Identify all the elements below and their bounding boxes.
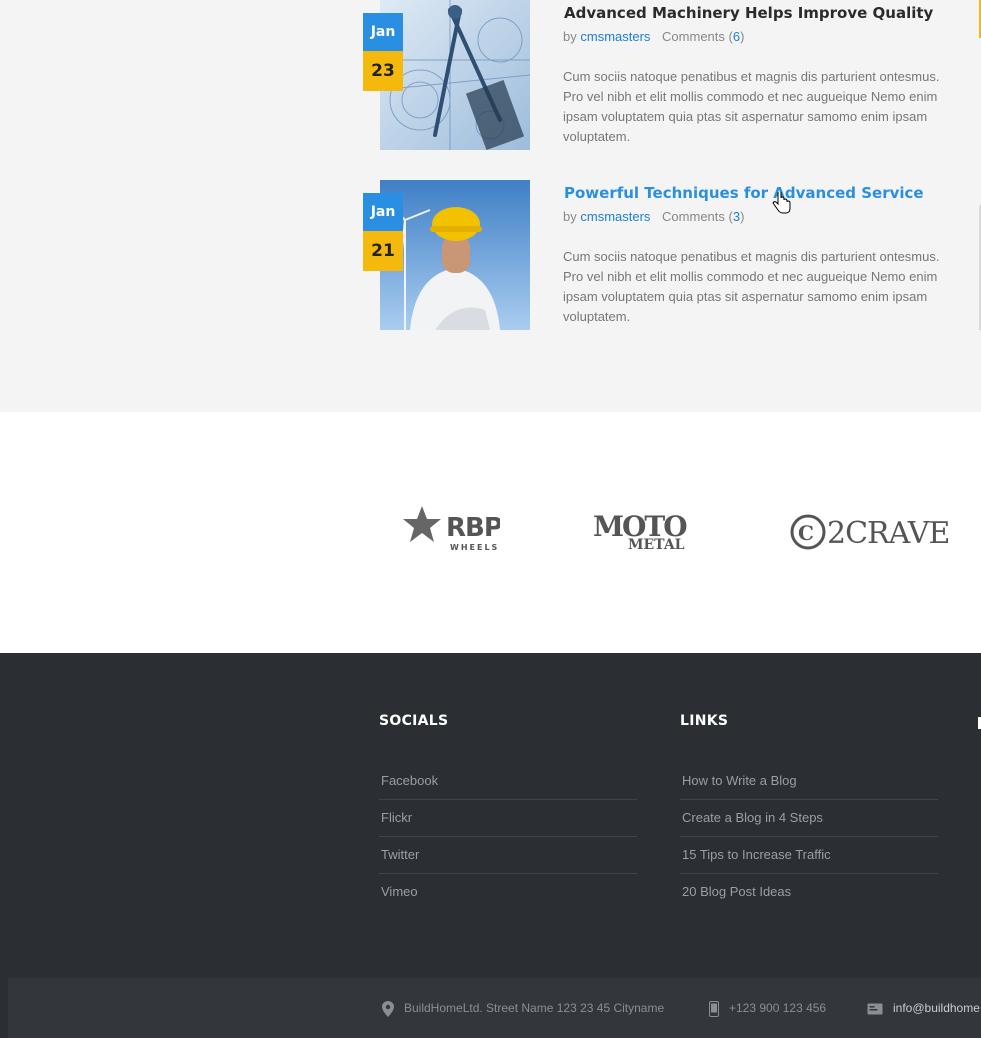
- comments-close: ): [740, 209, 745, 224]
- footer-link[interactable]: Create a Blog in 4 Steps: [680, 800, 938, 837]
- social-link-vimeo[interactable]: Vimeo: [379, 874, 637, 910]
- mobile-phone-icon: [709, 1000, 719, 1017]
- client-logos-section: RBP WHEELS MOTO METAL C 2CRAVE: [0, 412, 981, 653]
- post-date-month: Jan: [363, 13, 403, 51]
- social-link-facebook[interactable]: Facebook: [379, 763, 637, 800]
- post-date-month: Jan: [363, 193, 403, 231]
- links-list: How to Write a Blog Create a Blog in 4 S…: [680, 763, 938, 910]
- footer: SOCIALS Facebook Flickr Twitter Vimeo LI…: [0, 653, 981, 1038]
- client-logo-moto-metal[interactable]: MOTO METAL: [590, 506, 690, 554]
- links-title: LINKS: [680, 713, 729, 729]
- comments-label: Comments (: [662, 209, 733, 224]
- comments-count-link[interactable]: 3: [733, 209, 740, 224]
- footer-link[interactable]: 15 Tips to Increase Traffic: [680, 837, 938, 874]
- comments-count-link[interactable]: 6: [733, 29, 740, 44]
- post-title[interactable]: Advanced Machinery Helps Improve Quality: [564, 4, 933, 22]
- comments-label: Comments (: [662, 29, 733, 44]
- recent-posts-section: Jan 23 Advanced Machinery Helps Improve …: [0, 0, 981, 412]
- author-link[interactable]: cmsmasters: [580, 209, 650, 224]
- post-excerpt: Cum sociis natoque penatibus et magnis d…: [563, 249, 940, 324]
- post-meta: by cmsmasters Comments (6): [563, 29, 744, 44]
- client-logo-rbp[interactable]: RBP WHEELS: [400, 502, 500, 554]
- socials-list: Facebook Flickr Twitter Vimeo: [379, 763, 637, 910]
- post-date-day: 23: [363, 51, 403, 91]
- svg-text:C: C: [798, 521, 814, 545]
- client-logo-2crave[interactable]: C 2CRAVE: [790, 510, 950, 556]
- map-pin-icon: [382, 1000, 394, 1017]
- contact-email[interactable]: info@buildhome: [867, 978, 980, 1038]
- moto-logo-subtext: METAL: [628, 537, 685, 553]
- author-link[interactable]: cmsmasters: [580, 29, 650, 44]
- footer-link[interactable]: How to Write a Blog: [680, 763, 938, 800]
- socials-title: SOCIALS: [379, 713, 449, 729]
- footer-bottom-bar: BuildHomeLtd. Street Name 123 23 45 City…: [8, 978, 981, 1038]
- footer-link[interactable]: 20 Blog Post Ideas: [680, 874, 938, 910]
- email-card-icon: [867, 1003, 883, 1015]
- address-text: BuildHomeLtd. Street Name 123 23 45 City…: [404, 1001, 665, 1015]
- post-date-day: 21: [363, 231, 403, 271]
- 2crave-logo-text: 2CRAVE: [827, 516, 949, 551]
- by-label: by: [563, 209, 577, 224]
- email-text[interactable]: info@buildhome: [893, 1001, 980, 1015]
- post-meta: by cmsmasters Comments (3): [563, 209, 744, 224]
- by-label: by: [563, 29, 577, 44]
- contact-phone: +123 900 123 456: [709, 978, 826, 1038]
- post-title[interactable]: Powerful Techniques for Advanced Service: [564, 184, 924, 202]
- hand-cursor-icon: [772, 192, 791, 214]
- contact-address: BuildHomeLtd. Street Name 123 23 45 City…: [382, 978, 664, 1038]
- rbp-logo-subtext: WHEELS: [450, 543, 499, 552]
- phone-text: +123 900 123 456: [729, 1001, 827, 1015]
- rbp-logo-text: RBP: [446, 513, 500, 543]
- social-link-flickr[interactable]: Flickr: [379, 800, 637, 837]
- post-excerpt: Cum sociis natoque penatibus et magnis d…: [563, 69, 940, 144]
- comments-close: ): [740, 29, 745, 44]
- social-link-twitter[interactable]: Twitter: [379, 837, 637, 874]
